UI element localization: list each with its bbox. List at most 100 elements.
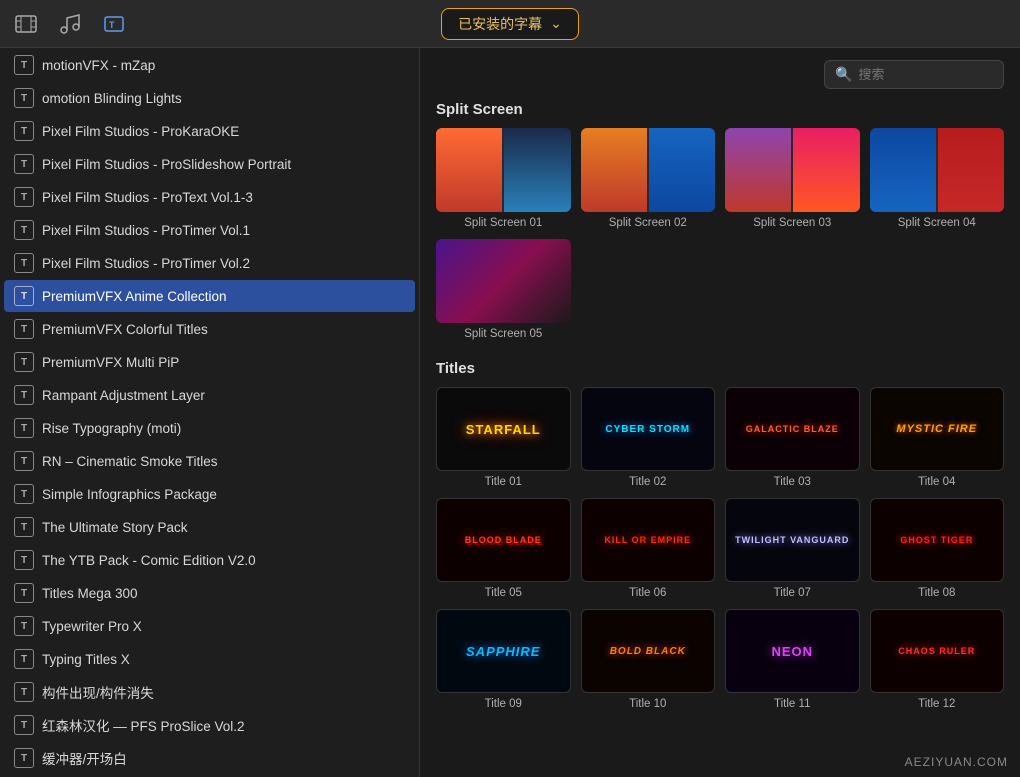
sidebar-item-gujian[interactable]: T构件出现/构件消失 [4,676,415,708]
sidebar-item-motionvfx-mzap[interactable]: TmotionVFX - mZap [4,49,415,81]
title-item-t07[interactable]: TWILIGHT VANGUARD Title 07 [725,498,860,599]
sidebar: TmotionVFX - mZapTomotion Blinding Light… [0,48,420,777]
title-thumbnail-t08: GHOST TIGER [870,498,1005,582]
sidebar-item-label: omotion Blinding Lights [42,91,182,106]
split-screen-label-ss03: Split Screen 03 [753,217,831,229]
title-item-t11[interactable]: NEONTitle 11 [725,609,860,710]
title-item-t03[interactable]: GALACTIC BLAZE Title 03 [725,387,860,488]
sidebar-item-label: RN – Cinematic Smoke Titles [42,454,218,469]
titles-grid: STARFALL Title 01 CYBER STORMTitle 02GALAC… [436,387,1004,710]
top-bar-icons: T [12,10,128,38]
split-screen-item-ss05[interactable]: Split Screen 05 [436,239,571,340]
titles-section-title: Titles [436,360,1004,377]
title-label-t06: Title 06 [629,587,666,599]
title-label-t08: Title 08 [918,587,955,599]
split-screen-thumbnail-ss04 [870,128,1005,212]
split-screen-item-ss04[interactable]: Split Screen 04 [870,128,1005,229]
title-label-t01: Title 01 [485,476,522,488]
title-label-t07: Title 07 [774,587,811,599]
installed-captions-dropdown[interactable]: 已安装的字幕 ⌄ [441,8,579,40]
title-label-t09: Title 09 [485,698,522,710]
title-item-t06[interactable]: KILL OR EMPIRETitle 06 [581,498,716,599]
title-item-t08[interactable]: GHOST TIGER Title 08 [870,498,1005,599]
title-icon[interactable]: T [100,10,128,38]
sidebar-item-pfs-prokaraoke[interactable]: TPixel Film Studios - ProKaraOKE [4,115,415,147]
sidebar-item-premiumvfx-anime[interactable]: TPremiumVFX Anime Collection→ [4,280,415,312]
title-item-t10[interactable]: BOLD BLACKTitle 10 [581,609,716,710]
title-item-t09[interactable]: SAPPHIRETitle 09 [436,609,571,710]
sidebar-item-premiumvfx-colorful[interactable]: TPremiumVFX Colorful Titles [4,313,415,345]
split-screen-thumbnail-ss01 [436,128,571,212]
sidebar-item-pfs-protimer2[interactable]: TPixel Film Studios - ProTimer Vol.2 [4,247,415,279]
search-input[interactable] [858,67,978,82]
titles-section: Titles STARFALL Title 01 CYBER STORMTitle … [436,360,1004,710]
t-icon: T [14,451,34,471]
split-screen-label-ss05: Split Screen 05 [464,328,542,340]
sidebar-item-label: 红森林汉化 — PFS ProSlice Vol.2 [42,715,245,735]
title-item-t04[interactable]: MYSTIC FIRETitle 04 [870,387,1005,488]
split-screen-title: Split Screen [436,101,1004,118]
sidebar-item-huanchong[interactable]: T 缓冲器/开场白 [4,742,415,774]
title-thumbnail-t03: GALACTIC BLAZE [725,387,860,471]
t-icon: T [14,649,34,669]
title-item-t05[interactable]: BLOOD BLADETitle 05 [436,498,571,599]
sidebar-item-typing-titles[interactable]: TTyping Titles X [4,643,415,675]
sidebar-item-label: Typewriter Pro X [42,619,142,634]
t-icon: T [14,550,34,570]
film-icon[interactable] [12,10,40,38]
title-item-t12[interactable]: CHAOS RULERTitle 12 [870,609,1005,710]
split-screen-item-ss01[interactable]: Split Screen 01 [436,128,571,229]
sidebar-item-titles-mega[interactable]: TTitles Mega 300 [4,577,415,609]
split-screen-label-ss01: Split Screen 01 [464,217,542,229]
sidebar-item-label: The YTB Pack - Comic Edition V2.0 [42,553,256,568]
split-screen-thumbnail-ss02 [581,128,716,212]
t-icon: T [14,484,34,504]
sidebar-item-rampant-adj[interactable]: T Rampant Adjustment Layer [4,379,415,411]
sidebar-item-label: Pixel Film Studios - ProText Vol.1-3 [42,190,253,205]
t-icon: T [14,319,34,339]
sidebar-item-hongsen[interactable]: T红森林汉化 — PFS ProSlice Vol.2 [4,709,415,741]
search-input-wrapper[interactable]: 🔍 [824,60,1004,89]
sidebar-item-label: PremiumVFX Anime Collection [42,289,227,304]
title-item-t01[interactable]: STARFALL Title 01 [436,387,571,488]
music-icon[interactable] [56,10,84,38]
split-screen-item-ss03[interactable]: Split Screen 03 [725,128,860,229]
title-label-t03: Title 03 [774,476,811,488]
sidebar-item-rise-typography[interactable]: TRise Typography (moti) [4,412,415,444]
search-bar: 🔍 [436,60,1004,89]
title-label-t10: Title 10 [629,698,666,710]
main-layout: TmotionVFX - mZapTomotion Blinding Light… [0,48,1020,777]
split-screen-thumbnail-ss03 [725,128,860,212]
title-thumbnail-t11: NEON [725,609,860,693]
t-icon: T [14,517,34,537]
sidebar-item-omotion-blinding[interactable]: Tomotion Blinding Lights [4,82,415,114]
title-label-t05: Title 05 [485,587,522,599]
t-icon: T [14,352,34,372]
title-item-t02[interactable]: CYBER STORMTitle 02 [581,387,716,488]
sidebar-item-ultimate-story[interactable]: TThe Ultimate Story Pack [4,511,415,543]
title-thumbnail-t12: CHAOS RULER [870,609,1005,693]
sidebar-item-typewriter-prox[interactable]: TTypewriter Pro X [4,610,415,642]
sidebar-item-label: Rise Typography (moti) [42,421,181,436]
t-icon: T [14,748,34,768]
sidebar-item-label: Simple Infographics Package [42,487,217,502]
split-screen-label-ss02: Split Screen 02 [609,217,687,229]
sidebar-item-rn-cinematic[interactable]: T RN – Cinematic Smoke Titles [4,445,415,477]
sidebar-item-ytb-comic[interactable]: T The YTB Pack - Comic Edition V2.0 [4,544,415,576]
split-screen-item-ss02[interactable]: Split Screen 02 [581,128,716,229]
sidebar-item-label: Pixel Film Studios - ProTimer Vol.2 [42,256,250,271]
sidebar-item-premiumvfx-multipip[interactable]: TPremiumVFX Multi PiP [4,346,415,378]
sidebar-item-simple-infographics[interactable]: T Simple Infographics Package [4,478,415,510]
title-label-t04: Title 04 [918,476,955,488]
t-icon: T [14,385,34,405]
t-icon: T [14,187,34,207]
t-icon: T [14,88,34,108]
title-thumbnail-t07: TWILIGHT VANGUARD [725,498,860,582]
sidebar-item-pfs-protimer1[interactable]: TPixel Film Studios - ProTimer Vol.1 [4,214,415,246]
title-thumbnail-t01: STARFALL [436,387,571,471]
sidebar-item-pfs-proslideshow[interactable]: TPixel Film Studios - ProSlideshow Portr… [4,148,415,180]
sidebar-item-label: motionVFX - mZap [42,58,155,73]
sidebar-item-label: 缓冲器/开场白 [42,748,127,768]
sidebar-item-label: Rampant Adjustment Layer [42,388,205,403]
sidebar-item-pfs-protest[interactable]: T Pixel Film Studios - ProText Vol.1-3 [4,181,415,213]
